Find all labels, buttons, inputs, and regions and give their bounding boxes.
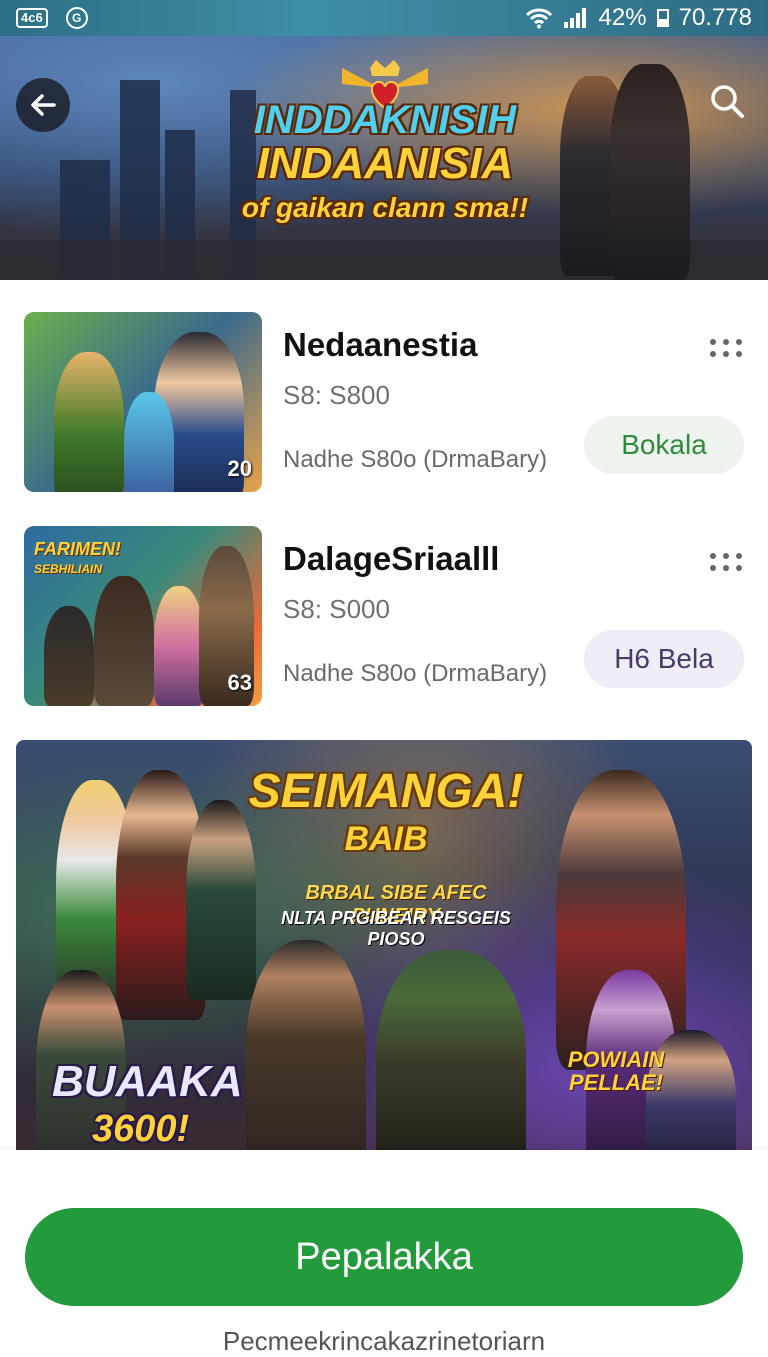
arrow-left-icon xyxy=(31,94,56,116)
promo-title-line1: SEIMANGA! xyxy=(248,765,524,818)
battery-percent: 42% xyxy=(598,4,647,31)
signal-icon xyxy=(563,8,586,28)
back-button[interactable] xyxy=(16,78,70,132)
banner-title-line2: INDAANISIA xyxy=(256,139,514,188)
status-bar: 4c6 G 42% 70.778 xyxy=(0,0,768,36)
search-button[interactable] xyxy=(702,76,752,126)
promo-corner-right-label: POWIAIN PELLAE! xyxy=(567,1047,665,1096)
battery-icon xyxy=(656,9,669,27)
list-item[interactable]: 20 Nedaanestia S8: S800 Nadhe S80o (Drma… xyxy=(0,282,768,492)
promo-title: SEIMANGA! BAIB xyxy=(216,765,556,858)
wifi-icon xyxy=(525,8,552,29)
list-item[interactable]: FARIMEN! SEBHILIAIN 63 DalageSriaalll S8… xyxy=(0,496,768,706)
game-title: Nedaanestia xyxy=(283,326,478,363)
promo-banner[interactable]: SEIMANGA! BAIB BRBAL SIBE AFEC PUNEIRY N… xyxy=(16,740,752,1180)
game-meta: Nadhe S80o (DrmaBary) xyxy=(283,446,548,473)
banner-title: INDDAKNISIH INDAANISIA of gaikan clann s… xyxy=(200,100,570,222)
app-notification-icon: G xyxy=(65,7,88,29)
game-price: S8: S000 xyxy=(283,594,390,624)
banner-title-line1: INDDAKNISIH xyxy=(253,98,517,142)
thumbnail-badge: 20 xyxy=(227,456,252,481)
header-banner: INDDAKNISIH INDAANISIA of gaikan clann s… xyxy=(0,36,768,280)
notification-icon: 4c6 xyxy=(16,8,48,28)
game-thumbnail[interactable]: 20 xyxy=(24,312,262,492)
footer-text: Pecmeekrincakazrinetoriarn xyxy=(222,1326,546,1356)
game-title: DalageSriaalll xyxy=(283,540,500,577)
clock: 70.778 xyxy=(678,4,752,31)
thumbnail-badge: 63 xyxy=(227,670,252,695)
more-options-icon[interactable] xyxy=(708,550,744,574)
game-action-button[interactable]: H6 Bela xyxy=(584,630,744,688)
game-price: S8: S800 xyxy=(283,380,390,410)
thumbnail-text: FARIMEN! SEBHILIAIN xyxy=(34,539,121,576)
banner-tagline: of gaikan clann sma!! xyxy=(241,192,529,223)
primary-cta-button[interactable]: Pepalakka xyxy=(25,1208,743,1306)
more-options-icon[interactable] xyxy=(708,336,744,360)
search-icon xyxy=(711,85,744,118)
game-meta: Nadhe S80o (DrmaBary) xyxy=(283,660,548,687)
promo-title-line2: BAIB xyxy=(344,820,428,858)
promo-corner-label: BUAAKA 3600! xyxy=(52,1057,243,1150)
game-thumbnail[interactable]: FARIMEN! SEBHILIAIN 63 xyxy=(24,526,262,706)
promo-subtitle-2: NLTA PRGIBEAR RESGEIS PIOSO xyxy=(281,908,511,949)
game-action-button[interactable]: Bokala xyxy=(584,416,744,474)
